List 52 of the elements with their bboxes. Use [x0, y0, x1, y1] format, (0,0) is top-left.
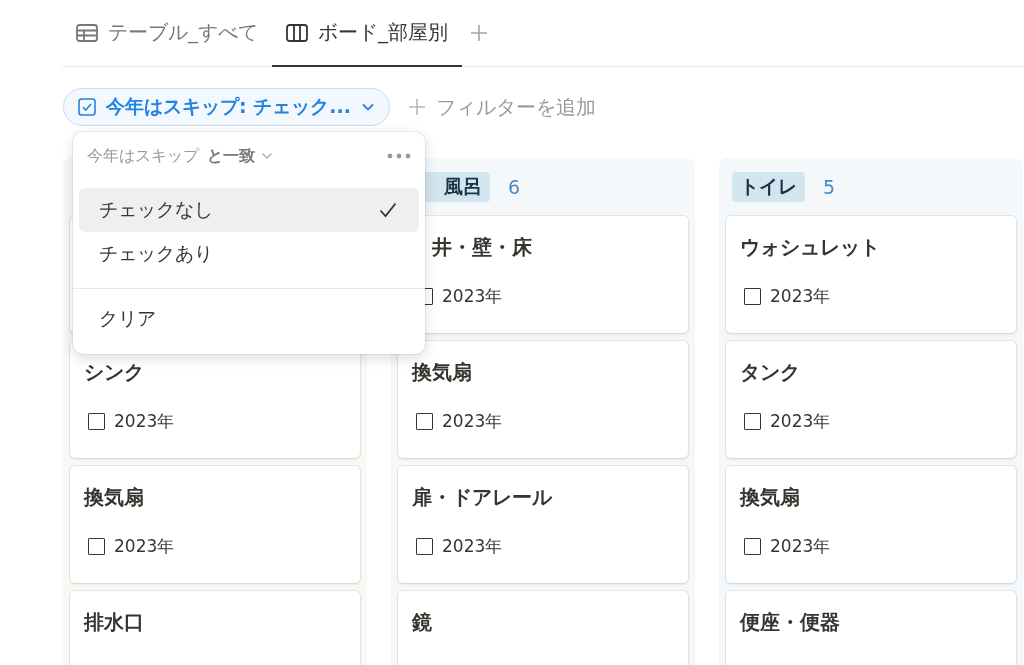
board-card[interactable]: 便座・便器 [726, 591, 1016, 665]
filter-option[interactable]: チェックなし [79, 188, 419, 232]
board-card[interactable]: ウォシュレット 2023年 [726, 216, 1016, 333]
card-title: 排水口 [84, 609, 144, 636]
board-card[interactable]: 換気扇 2023年 [726, 466, 1016, 583]
checkbox-label: 2023年 [442, 410, 503, 433]
card-title: 鏡 [412, 609, 432, 636]
plus-icon [470, 24, 488, 42]
group-count: 5 [823, 176, 836, 198]
board-card[interactable]: タンク 2023年 [726, 341, 1016, 458]
board-card[interactable]: 排水口 [70, 591, 360, 665]
board-card[interactable]: 鏡 [398, 591, 688, 665]
checkbox-label: 2023年 [114, 410, 175, 433]
checkbox-label: 2023年 [770, 285, 831, 308]
checkbox[interactable] [416, 413, 433, 430]
board-card[interactable]: 扉・ドアレール 2023年 [398, 466, 688, 583]
card-title: 換気扇 [740, 484, 800, 511]
card-title: 井・壁・床 [432, 234, 532, 261]
board-icon [286, 23, 308, 42]
checkbox[interactable] [88, 538, 105, 555]
view-tab[interactable]: テーブル_すべて [62, 0, 272, 67]
checkbox-label: 2023年 [770, 535, 831, 558]
checkbox[interactable] [416, 538, 433, 555]
property-name: 今年はスキップ [87, 145, 199, 167]
card-title: 換気扇 [84, 484, 144, 511]
operator-dropdown[interactable]: と一致 [207, 145, 273, 167]
checkbox[interactable] [744, 538, 761, 555]
checkmark-icon [379, 202, 397, 218]
group-count: 6 [508, 176, 521, 198]
checkbox-label: 2023年 [442, 535, 503, 558]
card-title: 便座・便器 [740, 609, 840, 636]
view-tab[interactable]: ボード_部屋別 [272, 0, 462, 67]
checkbox[interactable] [744, 288, 761, 305]
card-title: タンク [740, 359, 800, 386]
checkbox[interactable] [744, 413, 761, 430]
card-title: ウォシュレット [740, 234, 880, 261]
chevron-down-icon [360, 102, 375, 112]
board-card[interactable]: 換気扇 2023年 [70, 466, 360, 583]
checkbox-label: 2023年 [442, 285, 503, 308]
group-tag: トイレ [732, 172, 805, 202]
board-card[interactable]: 換気扇 2023年 [398, 341, 688, 458]
table-icon [76, 23, 98, 42]
chevron-down-icon [261, 152, 273, 160]
checkbox-icon [78, 98, 96, 116]
card-title: 扉・ドアレール [412, 484, 552, 511]
checkbox-label: 2023年 [114, 535, 175, 558]
card-title: 換気扇 [412, 359, 472, 386]
checkbox-label: 2023年 [770, 410, 831, 433]
filter-chip[interactable]: 今年はスキップ: チェック... [63, 88, 390, 126]
checkbox[interactable] [88, 413, 105, 430]
plus-icon [407, 98, 426, 116]
card-title: シンク [84, 359, 144, 386]
